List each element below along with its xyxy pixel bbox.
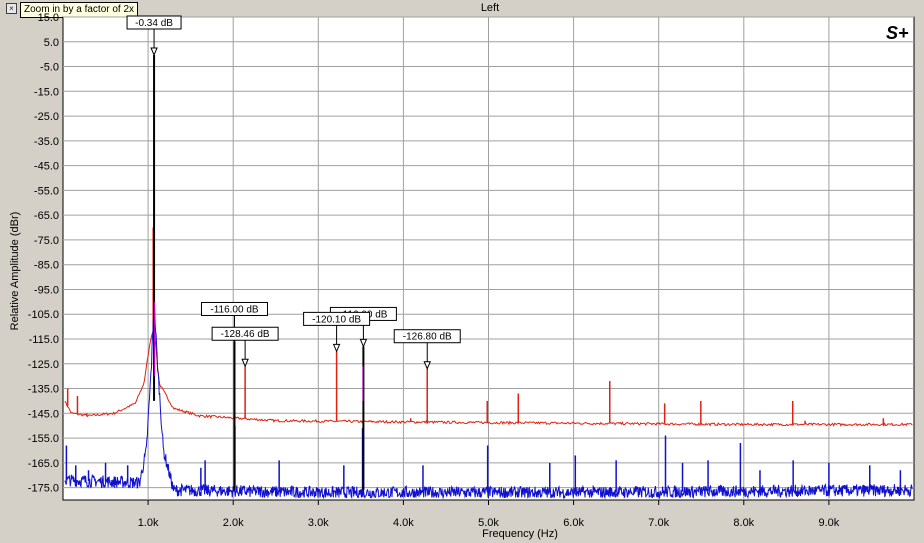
logo: S+	[886, 23, 909, 43]
y-tick-label: -135.0	[28, 384, 59, 396]
annotation-label: -126.80 dB	[403, 332, 452, 343]
x-tick-label: 2.0k	[223, 517, 244, 529]
x-tick-label: 1.0k	[138, 517, 159, 529]
y-tick-label: -175.0	[28, 483, 59, 495]
y-tick-label: -75.0	[34, 235, 59, 247]
x-tick-label: 3.0k	[308, 517, 329, 529]
y-tick-label: -35.0	[34, 136, 59, 148]
y-tick-label: -125.0	[28, 359, 59, 371]
y-tick-label: 5.0	[44, 37, 59, 49]
y-tick-label: -145.0	[28, 408, 59, 420]
y-tick-label: -45.0	[34, 161, 59, 173]
y-tick-label: -25.0	[34, 111, 59, 123]
y-tick-label: -165.0	[28, 458, 59, 470]
annotation-label: -128.46 dB	[221, 329, 270, 340]
y-tick-label: -95.0	[34, 284, 59, 296]
y-tick-label: -65.0	[34, 210, 59, 222]
x-tick-label: 9.0k	[819, 517, 840, 529]
annotation-label: -120.10 dB	[312, 314, 361, 325]
y-tick-label: -15.0	[34, 86, 59, 98]
x-tick-label: 6.0k	[563, 517, 584, 529]
y-tick-label: -105.0	[28, 309, 59, 321]
analyzer-window: × Zoom in by a factor of 2x Left Relativ…	[0, 0, 924, 543]
y-tick-label: -115.0	[29, 334, 59, 346]
x-tick-label: 5.0k	[478, 517, 499, 529]
y-tick-label: -5.0	[40, 62, 59, 74]
x-tick-label: 7.0k	[648, 517, 669, 529]
annotation-label: -0.34 dB	[135, 18, 173, 29]
y-tick-label: -85.0	[34, 260, 59, 272]
x-tick-label: 4.0k	[393, 517, 414, 529]
y-tick-label: -55.0	[34, 185, 59, 197]
y-tick-label: -155.0	[28, 433, 59, 445]
y-tick-label: 15.0	[38, 12, 59, 24]
spectrum-chart[interactable]: 1.0k 2.0k 3.0k 4.0k 5.0k 6.0k 7.0k 8.0k 9.0k 15.0…	[0, 0, 924, 543]
x-tick-label: 8.0k	[733, 517, 754, 529]
annotation-label: -116.00 dB	[210, 304, 259, 315]
